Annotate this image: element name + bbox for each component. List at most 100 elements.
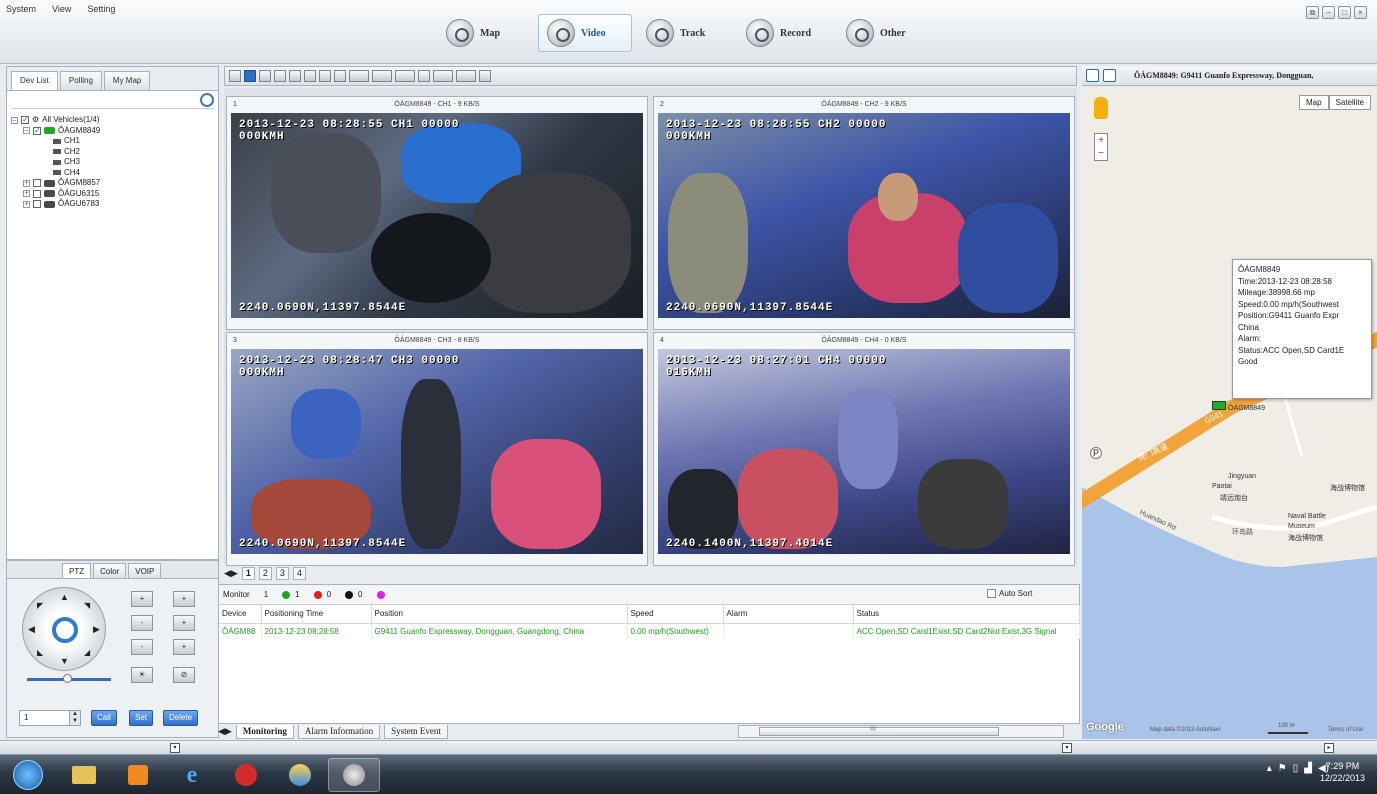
column-header[interactable]: Speed <box>627 605 724 624</box>
tab-my-map[interactable]: My Map <box>103 71 151 90</box>
checkbox[interactable] <box>33 200 41 209</box>
menu-system[interactable]: System <box>6 4 36 14</box>
search-input[interactable] <box>11 93 191 107</box>
tab-polling[interactable]: Polling <box>59 71 102 90</box>
prev-page-icon[interactable] <box>319 70 331 82</box>
video-cell-2[interactable]: 2 ÔÁGM8849 - CH2 - 9 KB/S 2013-12-23 08:2… <box>653 96 1075 330</box>
tab-ptz[interactable]: PTZ <box>62 563 92 578</box>
nav-tab-track[interactable]: Track <box>638 14 732 52</box>
taskbar-app-pg[interactable] <box>220 758 272 792</box>
expand-icon[interactable]: + <box>23 190 30 198</box>
tab-dev-list[interactable]: Dev List <box>11 71 58 90</box>
arrow-up-left-icon[interactable]: ◤ <box>37 601 43 610</box>
arrow-down-right-icon[interactable]: ◢ <box>84 648 90 657</box>
play-dropdown-icon[interactable] <box>433 70 453 82</box>
wiper-icon[interactable]: ⊘ <box>173 667 195 683</box>
layout-9-icon[interactable] <box>289 70 301 82</box>
arrow-up-icon[interactable]: ▲ <box>60 592 69 602</box>
layout-8-icon[interactable] <box>274 70 286 82</box>
zoom-in-alt-icon[interactable]: + <box>173 591 195 607</box>
collapse-right-icon[interactable]: ▸ <box>1324 743 1334 753</box>
checkbox[interactable]: ✓ <box>21 116 29 125</box>
tab-voip[interactable]: VOIP <box>128 563 162 578</box>
zoom-control[interactable]: + − <box>1094 133 1108 161</box>
terms-link[interactable]: Terms of Use <box>1328 727 1363 733</box>
layout-1-icon[interactable] <box>229 70 241 82</box>
menu-setting[interactable]: Setting <box>87 4 115 14</box>
horizontal-scrollbar[interactable]: III <box>738 725 1064 738</box>
page-tab-4[interactable]: 4 <box>292 566 306 580</box>
column-header[interactable]: Alarm <box>723 605 854 624</box>
video-cell-4[interactable]: 4 ÔÁGM8849 - CH4 - 0 KB/S 2013-12-23 08:2… <box>653 332 1075 566</box>
focus-out-icon[interactable]: - <box>131 615 153 631</box>
collapse-icon[interactable]: – <box>11 116 18 124</box>
tree-vehicle[interactable]: + ÔÁGM8857 <box>11 178 214 189</box>
tray-expand-icon[interactable]: ▴ <box>1267 763 1272 774</box>
save-icon[interactable] <box>1103 69 1116 82</box>
light-icon[interactable]: ☀ <box>131 667 153 683</box>
record-dropdown-icon[interactable] <box>456 70 476 82</box>
taskbar-ie[interactable]: e <box>166 758 218 792</box>
vehicle-marker-icon[interactable] <box>1212 401 1226 410</box>
satellite-button[interactable]: Satellite <box>1328 95 1371 110</box>
search-icon[interactable] <box>1086 69 1099 82</box>
auto-sort-toggle[interactable]: Auto Sort <box>987 589 1032 598</box>
call-button[interactable]: Call <box>91 710 117 726</box>
column-header[interactable]: Positioning Time <box>261 605 372 624</box>
tab-color[interactable]: Color <box>93 563 127 578</box>
minimize-icon[interactable]: – <box>1322 6 1335 19</box>
page-tab-1[interactable]: 1 <box>241 566 255 580</box>
collapse-icon[interactable]: – <box>23 127 30 135</box>
preset-spinner-icon[interactable]: ▲ ▼ <box>69 710 81 726</box>
network-icon[interactable]: ▟ <box>1304 763 1312 774</box>
checkbox[interactable] <box>987 589 996 598</box>
nav-tab-other[interactable]: Other <box>838 14 932 52</box>
menu-view[interactable]: View <box>52 4 71 14</box>
expand-icon[interactable]: + <box>23 179 30 187</box>
start-button[interactable] <box>6 758 50 792</box>
scrollbar-thumb[interactable]: III <box>759 726 999 736</box>
layout-6-icon[interactable] <box>259 70 271 82</box>
iris-open-icon[interactable]: + <box>173 639 195 655</box>
maximize-icon[interactable]: □ <box>1338 6 1351 19</box>
search-icon[interactable] <box>200 93 214 107</box>
nav-tab-record[interactable]: Record <box>738 14 832 52</box>
ptz-joystick[interactable]: ▲ ▼ ◀ ▶ ◤ ◥ ◣ ◢ <box>22 587 106 671</box>
mute-icon[interactable] <box>418 70 430 82</box>
checkbox[interactable] <box>33 179 41 188</box>
capture-dropdown-icon[interactable] <box>395 70 415 82</box>
nav-tab-video[interactable]: Video <box>538 14 632 52</box>
stream-dropdown-icon[interactable] <box>349 70 369 82</box>
page-tab-3[interactable]: 3 <box>275 566 289 580</box>
close-icon[interactable]: × <box>1354 6 1367 19</box>
layout-16-icon[interactable] <box>304 70 316 82</box>
set-button[interactable]: Set <box>129 710 154 726</box>
arrow-down-icon[interactable]: ▼ <box>60 656 69 666</box>
tree-vehicle[interactable]: – ✓ ÔÁGM8849 <box>11 126 214 137</box>
arrow-down-left-icon[interactable]: ◣ <box>37 648 43 657</box>
video-frame[interactable]: 2013-12-23 08:27:01 CH4 00000 016KMH 224… <box>658 349 1070 554</box>
taskbar-media[interactable] <box>112 758 164 792</box>
taskbar-cms[interactable] <box>328 758 380 792</box>
tree-channel[interactable]: CH2 <box>11 147 214 158</box>
checkbox[interactable]: ✓ <box>33 126 41 135</box>
arrow-up-right-icon[interactable]: ◥ <box>84 601 90 610</box>
page-tab-2[interactable]: 2 <box>258 566 272 580</box>
tab-monitoring[interactable]: Monitoring <box>235 724 294 739</box>
video-cell-1[interactable]: 1 ÔÁGM8849 - CH1 - 9 KB/S 2013-12-23 08:2… <box>226 96 648 330</box>
tree-vehicle[interactable]: + ÔÁGU6315 <box>11 189 214 200</box>
tree-vehicle[interactable]: + ÔÁGU6783 <box>11 199 214 210</box>
arrow-left-icon[interactable]: ◀ <box>28 624 35 635</box>
tree-channel[interactable]: CH4 <box>11 168 214 179</box>
pegman-icon[interactable] <box>1094 97 1108 119</box>
slider-knob[interactable] <box>63 674 72 683</box>
ptz-center-icon[interactable] <box>52 617 78 643</box>
collapse-bottom-icon[interactable]: ▾ <box>1062 743 1072 753</box>
page-nav-icon[interactable]: ◀▶ <box>224 568 238 579</box>
taskbar-clock[interactable]: 7:29 PM 12/22/2013 <box>1320 760 1365 784</box>
table-row[interactable]: ÔÁGM88 2013-12-23 08:28:58 G9411 Guanfo … <box>219 623 1080 639</box>
restore-icon[interactable]: ⧉ <box>1306 6 1319 19</box>
focus-in-icon[interactable]: + <box>173 615 195 631</box>
map-button[interactable]: Map <box>1298 95 1329 110</box>
next-page-icon[interactable] <box>334 70 346 82</box>
